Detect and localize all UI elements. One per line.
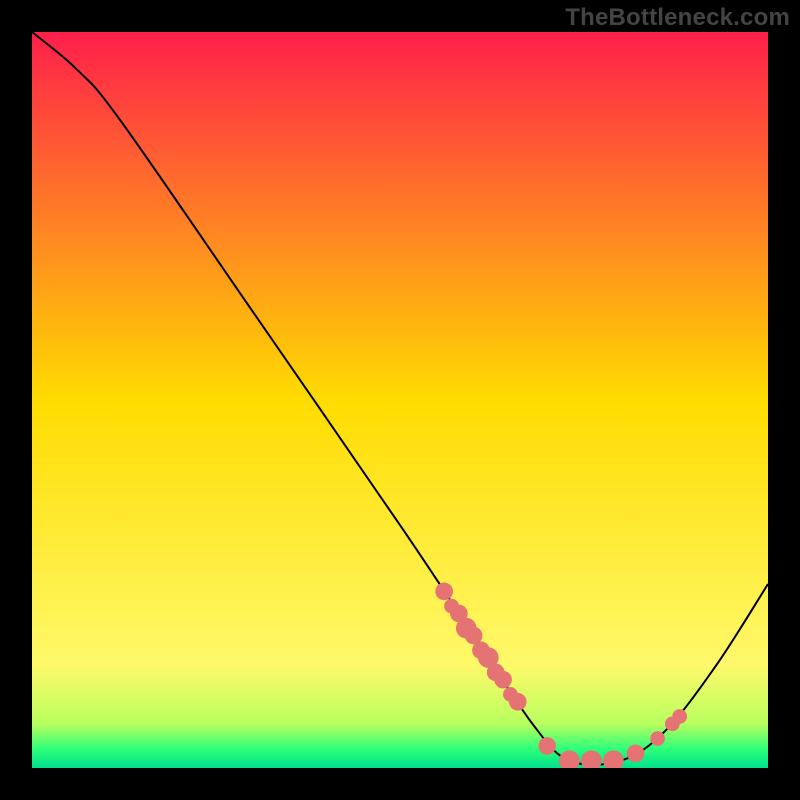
plot-area — [32, 32, 768, 768]
watermark-text: TheBottleneck.com — [565, 4, 790, 32]
chart-container: TheBottleneck.com — [0, 0, 800, 800]
chart-svg — [32, 32, 768, 768]
